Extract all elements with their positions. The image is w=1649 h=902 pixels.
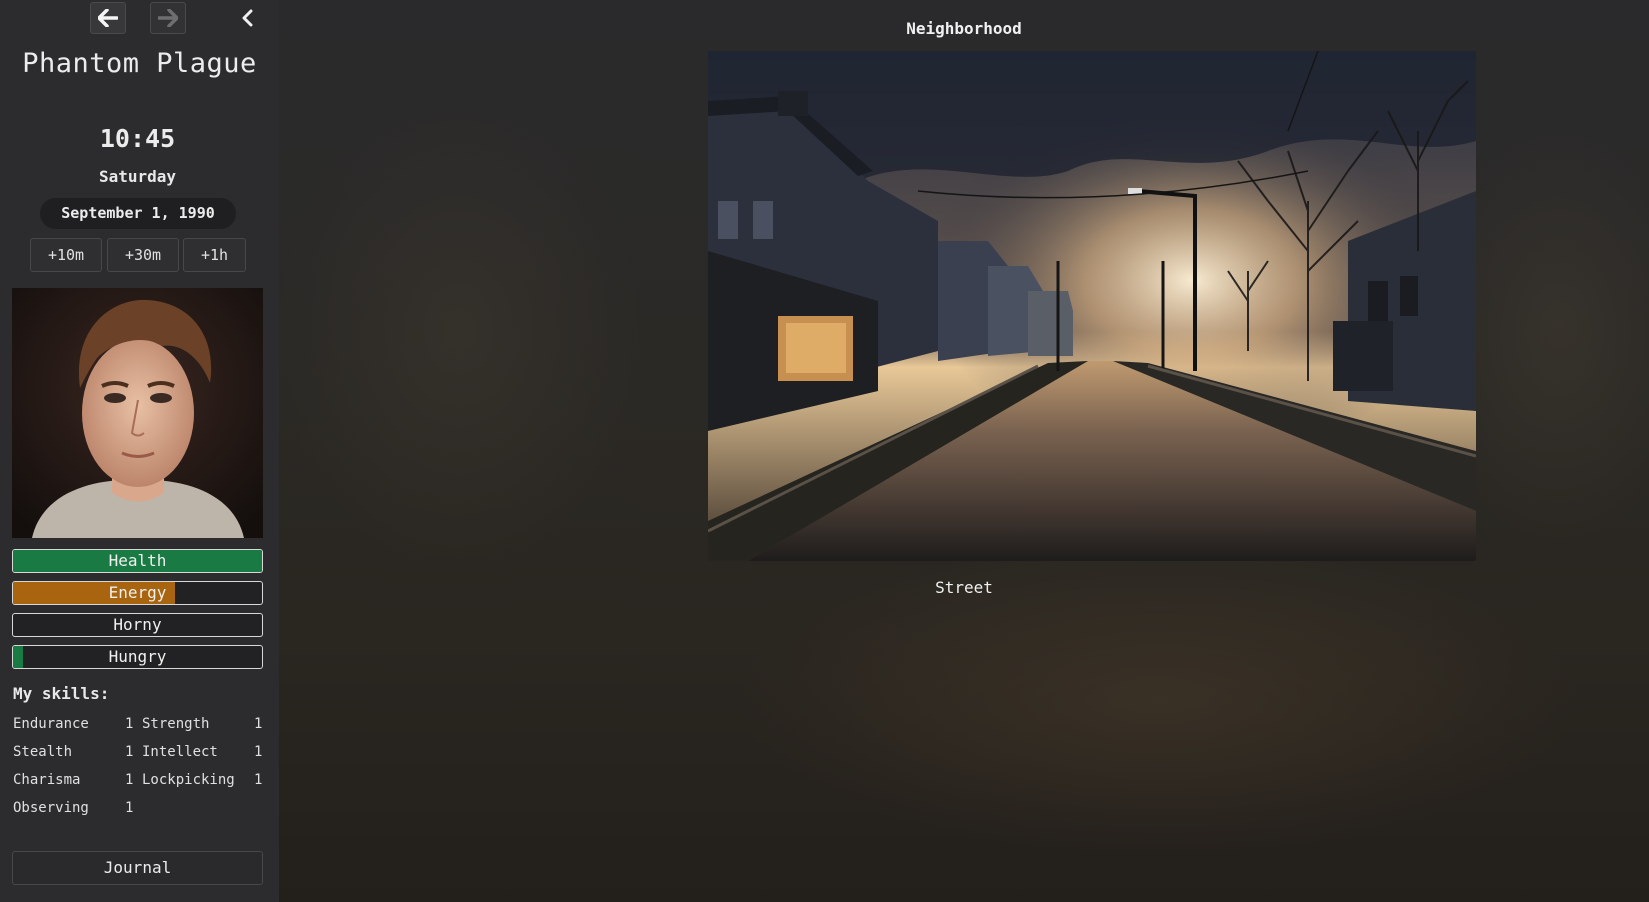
street-scene-image[interactable] [708, 51, 1476, 561]
energy-bar: Energy [12, 581, 263, 605]
collapse-sidebar-button[interactable] [238, 6, 258, 30]
skill-name: Intellect [142, 744, 218, 760]
skill-strength: Strength 1 [142, 716, 267, 736]
add-1h-button[interactable]: +1h [183, 238, 246, 272]
horny-bar: Horny [12, 613, 263, 637]
sidebar: Phantom Plague 10:45 Saturday September … [0, 0, 279, 902]
horny-label: Horny [113, 615, 162, 634]
skill-charisma: Charisma 1 [13, 772, 133, 792]
skill-intellect: Intellect 1 [142, 744, 267, 764]
skill-stealth: Stealth 1 [13, 744, 133, 764]
hungry-label: Hungry [108, 647, 167, 666]
skill-value: 1 [254, 716, 263, 732]
energy-label: Energy [108, 583, 167, 602]
add-30m-button[interactable]: +30m [107, 238, 179, 272]
skill-name: Stealth [13, 744, 73, 760]
skill-observing: Observing 1 [13, 800, 133, 820]
skill-name: Charisma [13, 772, 81, 788]
skill-name: Lockpicking [142, 772, 235, 788]
chevron-left-icon [242, 9, 253, 27]
skill-value: 1 [125, 716, 134, 732]
skill-endurance: Endurance 1 [13, 716, 133, 736]
forward-button[interactable] [150, 2, 186, 34]
character-portrait [12, 288, 263, 538]
clock-time: 10:45 [99, 124, 176, 153]
health-label: Health [108, 551, 167, 570]
skill-name: Observing [13, 800, 89, 816]
game-title: Phantom Plague [22, 48, 257, 79]
add-10m-button[interactable]: +10m [30, 238, 102, 272]
skill-value: 1 [125, 772, 134, 788]
skill-value: 1 [254, 744, 263, 760]
skill-value: 1 [125, 800, 134, 816]
arrow-left-icon [98, 9, 118, 27]
back-button[interactable] [90, 2, 126, 34]
date-badge: September 1, 1990 [40, 198, 236, 229]
skill-value: 1 [125, 744, 134, 760]
location-title: Neighborhood [906, 19, 1022, 38]
skill-value: 1 [254, 772, 263, 788]
scene-label: Street [935, 578, 993, 597]
journal-button[interactable]: Journal [12, 851, 263, 885]
skill-name: Strength [142, 716, 210, 732]
arrow-right-icon [158, 9, 178, 27]
health-bar: Health [12, 549, 263, 573]
hungry-bar: Hungry [12, 645, 263, 669]
skill-lockpicking: Lockpicking 1 [142, 772, 267, 792]
weekday: Saturday [98, 167, 177, 186]
skill-name: Endurance [13, 716, 89, 732]
skills-heading: My skills: [13, 684, 110, 703]
